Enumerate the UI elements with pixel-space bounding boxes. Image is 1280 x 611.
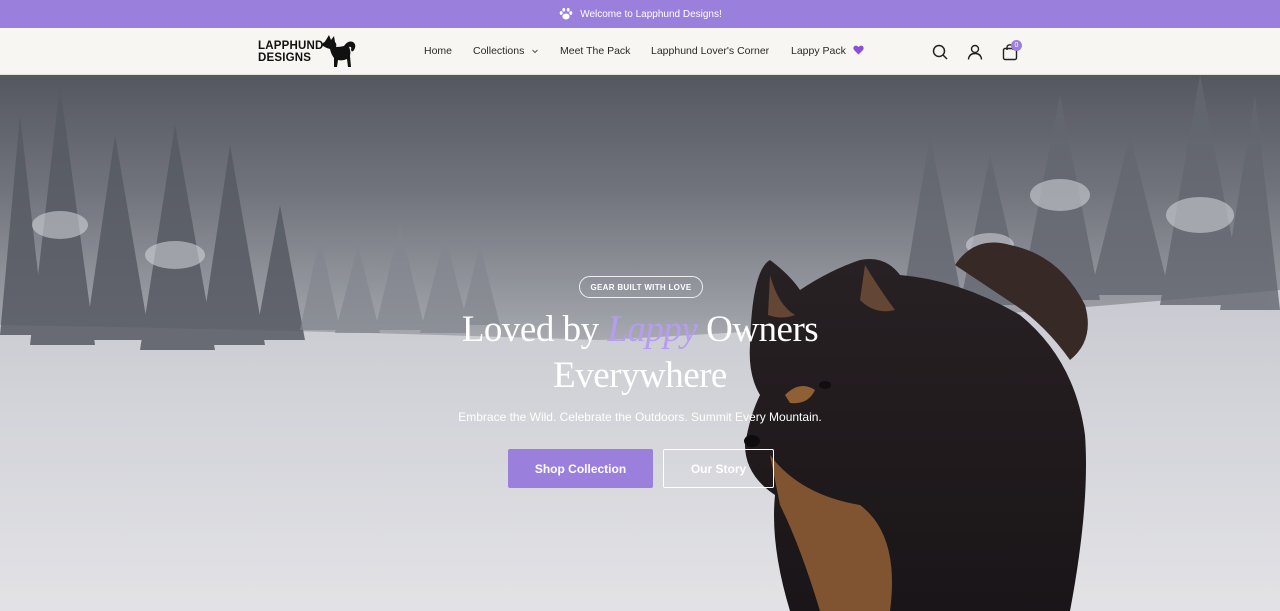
announcement-text: Welcome to Lapphund Designs! [580,8,722,20]
search-icon[interactable] [931,43,949,61]
headline-part-1: Loved by [461,309,608,350]
user-icon[interactable] [966,43,984,61]
headline-accent: Lappy [607,309,698,350]
nav-lappy-pack-label: Lappy Pack [791,45,846,57]
nav-home[interactable]: Home [424,45,452,57]
cart-count-badge: 0 [1011,40,1022,51]
logo-line-1: LAPPHUND [258,40,324,52]
nav-collections-label: Collections [473,45,525,57]
nav-collections[interactable]: Collections [473,45,539,57]
shop-collection-button[interactable]: Shop Collection [508,449,653,488]
paw-icon [559,7,573,20]
heart-icon [853,45,864,55]
logo-wordmark: LAPPHUND DESIGNS [258,40,324,64]
hero-eyebrow-badge: GEAR BUILT WITH LOVE [579,276,703,298]
hero-headline: Loved by Lappy Owners Everywhere [390,307,890,399]
nav-home-label: Home [424,45,453,57]
hero-section: GEAR BUILT WITH LOVE Loved by Lappy Owne… [0,75,1280,611]
hero-subtitle: Embrace the Wild. Celebrate the Outdoors… [458,410,822,424]
site-header: LAPPHUND DESIGNS Home Collections Meet T… [0,28,1280,75]
nav-lappy-pack[interactable]: Lappy Pack [791,45,864,57]
headline-part-2: Owners [697,309,819,350]
our-story-button[interactable]: Our Story [663,449,774,488]
site-logo[interactable]: LAPPHUND DESIGNS [258,34,358,70]
nav-meet-the-pack-label: Meet The Pack [560,45,631,57]
dog-silhouette-icon [321,35,355,67]
chevron-down-icon [532,49,539,54]
headline-line-2: Everywhere [553,355,727,396]
logo-line-2: DESIGNS [258,52,312,64]
nav-meet-the-pack[interactable]: Meet The Pack [560,45,630,57]
nav-lovers-corner[interactable]: Lapphund Lover's Corner [651,45,769,57]
announcement-bar: Welcome to Lapphund Designs! [0,0,1280,28]
nav-lovers-corner-label: Lapphund Lover's Corner [651,45,770,57]
